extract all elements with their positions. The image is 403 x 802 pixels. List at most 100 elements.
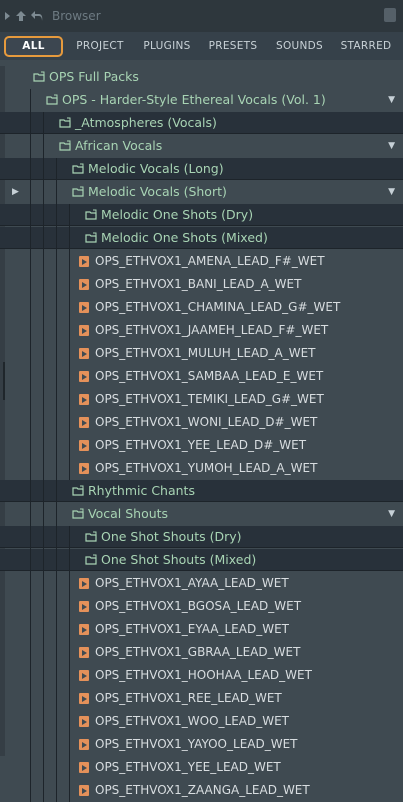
tab-presets[interactable]: PRESETS (204, 36, 262, 57)
indent-guide (43, 319, 44, 342)
indent-guide (69, 779, 70, 802)
indent-guide (30, 411, 31, 434)
tree-file[interactable]: OPS_ETHVOX1_CHAMINA_LEAD_G#_WET (0, 296, 403, 319)
tree-file[interactable]: OPS_ETHVOX1_WOO_LEAD_WET (0, 710, 403, 733)
tree-file[interactable]: OPS_ETHVOX1_REE_LEAD_WET (0, 687, 403, 710)
indent-guide (43, 296, 44, 319)
tree-folder[interactable]: One Shot Shouts (Dry) (0, 526, 403, 549)
tree-file[interactable]: OPS_ETHVOX1_BGOSA_LEAD_WET (0, 595, 403, 618)
indent-guide (43, 595, 44, 618)
tab-plugins[interactable]: PLUGINS (138, 36, 196, 57)
indent-guide (30, 687, 31, 710)
tree-item-label: Melodic One Shots (Mixed) (101, 230, 268, 245)
indent-guide (69, 411, 70, 434)
audio-file-icon (79, 325, 89, 336)
tree-item-label: Vocal Shouts (88, 506, 169, 521)
tree-file[interactable]: OPS_ETHVOX1_ZAANGA_LEAD_WET (0, 779, 403, 802)
indent-guide (30, 250, 31, 273)
back-icon[interactable] (30, 10, 44, 22)
tree-file[interactable]: OPS_ETHVOX1_HOOHAA_LEAD_WET (0, 664, 403, 687)
expand-caret-icon[interactable]: ▼ (388, 187, 395, 197)
tree-file[interactable]: OPS_ETHVOX1_BANI_LEAD_A_WET (0, 273, 403, 296)
tree-folder[interactable]: Vocal Shouts ▼ (0, 503, 403, 526)
tree-folder[interactable]: Melodic One Shots (Mixed) (0, 227, 403, 250)
audio-file-icon (79, 440, 89, 451)
expand-caret-icon[interactable]: ▼ (388, 95, 395, 105)
indent-guide (69, 434, 70, 457)
audio-file-icon (79, 739, 89, 750)
titlebar-icons (4, 8, 44, 24)
tab-sounds[interactable]: SOUNDS (272, 36, 327, 57)
tree-file[interactable]: OPS_ETHVOX1_JAAMEH_LEAD_F#_WET (0, 319, 403, 342)
indent-guide (43, 710, 44, 733)
tree-file[interactable]: OPS_ETHVOX1_EYAA_LEAD_WET (0, 618, 403, 641)
tree-folder[interactable]: One Shot Shouts (Mixed) (0, 549, 403, 572)
folder-icon (72, 163, 84, 174)
window-menu-button[interactable] (384, 8, 396, 22)
tree-folder[interactable]: Rhythmic Chants (0, 480, 403, 503)
tree-folder[interactable]: Melodic Vocals (Long) (0, 158, 403, 181)
indent-guide (30, 227, 31, 250)
selection-marker-icon: ▶ (12, 187, 19, 197)
audio-file-icon (79, 624, 89, 635)
indent-guide (56, 158, 57, 181)
tree-folder[interactable]: _Atmospheres (Vocals) (0, 112, 403, 135)
indent-guide (30, 365, 31, 388)
tree-item-label: OPS_ETHVOX1_WONI_LEAD_D#_WET (95, 415, 318, 429)
tree-file[interactable]: OPS_ETHVOX1_TEMIKI_LEAD_G#_WET (0, 388, 403, 411)
tree-item-label: One Shot Shouts (Mixed) (101, 552, 257, 567)
audio-file-icon (79, 417, 89, 428)
tree-file[interactable]: OPS_ETHVOX1_GBRAA_LEAD_WET (0, 641, 403, 664)
tree-file[interactable]: OPS_ETHVOX1_AYAA_LEAD_WET (0, 572, 403, 595)
tree-folder[interactable]: OPS Full Packs (0, 66, 403, 88)
tree-folder[interactable]: Melodic One Shots (Dry) (0, 204, 403, 227)
indent-guide (56, 641, 57, 664)
indent-guide (69, 457, 70, 480)
indent-guide (69, 204, 70, 227)
tab-project[interactable]: PROJECT (70, 36, 130, 57)
tree-file[interactable]: OPS_ETHVOX1_YAYOO_LEAD_WET (0, 733, 403, 756)
tree-item-label: OPS_ETHVOX1_BGOSA_LEAD_WET (95, 599, 302, 613)
indent-guide (56, 342, 57, 365)
indent-guide (30, 158, 31, 181)
tree-item-label: Melodic Vocals (Long) (88, 161, 224, 176)
audio-file-icon (79, 279, 89, 290)
indent-guide (43, 618, 44, 641)
tree-item-label: Melodic One Shots (Dry) (101, 207, 254, 222)
expand-caret-icon[interactable]: ▼ (388, 509, 395, 519)
menu-arrow-icon[interactable] (4, 10, 12, 22)
indent-guide (43, 756, 44, 779)
tree-file[interactable]: OPS_ETHVOX1_WONI_LEAD_D#_WET (0, 411, 403, 434)
indent-guide (69, 641, 70, 664)
tree-file[interactable]: OPS_ETHVOX1_SAMBAA_LEAD_E_WET (0, 365, 403, 388)
tab-starred[interactable]: STARRED (337, 36, 395, 57)
expand-caret-icon[interactable]: ▼ (388, 141, 395, 151)
indent-guide (43, 250, 44, 273)
tree-item-label: OPS_ETHVOX1_BANI_LEAD_A_WET (95, 277, 302, 291)
indent-guide (30, 641, 31, 664)
tree-file[interactable]: OPS_ETHVOX1_MULUH_LEAD_A_WET (0, 342, 403, 365)
tree-file[interactable]: OPS_ETHVOX1_YUMOH_LEAD_A_WET (0, 457, 403, 480)
up-arrow-icon[interactable] (15, 10, 27, 22)
indent-guide (30, 618, 31, 641)
tree-file[interactable]: OPS_ETHVOX1_AMENA_LEAD_F#_WET (0, 250, 403, 273)
browser-titlebar: Browser (0, 0, 403, 33)
tree-item-label: OPS_ETHVOX1_HOOHAA_LEAD_WET (95, 668, 312, 682)
indent-guide (30, 204, 31, 227)
tab-all[interactable]: ALL (4, 36, 63, 57)
indent-guide (43, 687, 44, 710)
tree-folder[interactable]: Melodic Vocals (Short) ▼ ▶ (0, 181, 403, 204)
tree-file[interactable]: OPS_ETHVOX1_YEE_LEAD_D#_WET (0, 434, 403, 457)
indent-guide (30, 388, 31, 411)
indent-guide (43, 779, 44, 802)
tree-folder[interactable]: OPS - Harder-Style Ethereal Vocals (Vol.… (0, 89, 403, 112)
indent-guide (56, 503, 57, 526)
tree-file[interactable]: OPS_ETHVOX1_YEE_LEAD_WET (0, 756, 403, 779)
tree-item-label: OPS_ETHVOX1_WOO_LEAD_WET (95, 714, 290, 728)
indent-guide (30, 342, 31, 365)
tree-folder[interactable]: African Vocals ▼ (0, 135, 403, 158)
folder-icon (85, 531, 97, 542)
indent-guide (30, 296, 31, 319)
audio-file-icon (79, 762, 89, 773)
indent-guide (30, 457, 31, 480)
